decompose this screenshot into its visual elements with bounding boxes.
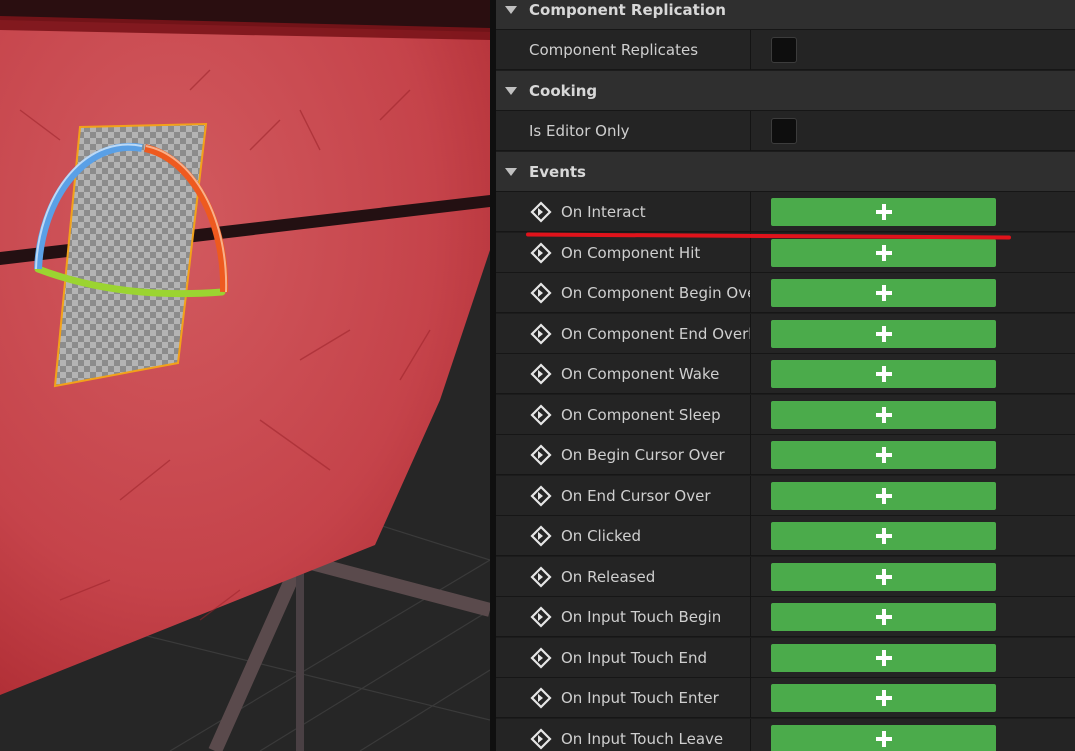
event-label: On Input Touch Leave bbox=[561, 730, 724, 748]
triangle-down-icon bbox=[505, 167, 517, 176]
add-event-button[interactable] bbox=[771, 441, 996, 469]
category-events[interactable]: Events bbox=[496, 152, 1075, 192]
event-label: On Input Touch Enter bbox=[561, 689, 719, 707]
event-label: On Interact bbox=[561, 203, 646, 221]
event-label: On Released bbox=[561, 568, 656, 586]
event-label: On Component Begin Overl bbox=[561, 284, 751, 302]
plus-icon bbox=[875, 447, 892, 463]
event-row: On End Cursor Over bbox=[496, 476, 1075, 516]
category-label: Cooking bbox=[529, 81, 598, 100]
add-event-button[interactable] bbox=[771, 198, 996, 226]
property-row-component-replicates: Component Replicates bbox=[496, 30, 1075, 70]
viewport-scene[interactable] bbox=[0, 0, 490, 751]
category-cooking[interactable]: Cooking bbox=[496, 71, 1075, 111]
event-label: On Begin Cursor Over bbox=[561, 446, 725, 464]
event-label: On End Cursor Over bbox=[561, 487, 711, 505]
event-diamond-icon bbox=[530, 687, 552, 709]
event-row: On Component Wake bbox=[496, 354, 1075, 394]
event-diamond-icon bbox=[530, 242, 552, 264]
event-label: On Component Sleep bbox=[561, 406, 721, 424]
add-event-button[interactable] bbox=[771, 482, 996, 510]
event-diamond-icon bbox=[530, 606, 552, 628]
add-event-button[interactable] bbox=[771, 563, 996, 591]
event-row: On Input Touch End bbox=[496, 638, 1075, 678]
plus-icon bbox=[875, 569, 892, 585]
event-diamond-icon bbox=[530, 485, 552, 507]
property-label: Component Replicates bbox=[529, 41, 699, 59]
event-row: On Input Touch Enter bbox=[496, 678, 1075, 718]
property-label: Is Editor Only bbox=[529, 122, 630, 140]
event-row: On Begin Cursor Over bbox=[496, 435, 1075, 475]
event-row: On Input Touch Leave bbox=[496, 719, 1075, 751]
event-label: On Clicked bbox=[561, 527, 642, 545]
is-editor-only-checkbox[interactable] bbox=[771, 118, 797, 144]
event-diamond-icon bbox=[530, 647, 552, 669]
plus-icon bbox=[875, 366, 892, 382]
plus-icon bbox=[875, 488, 892, 504]
event-row: On Component End Overlap bbox=[496, 314, 1075, 354]
add-event-button[interactable] bbox=[771, 603, 996, 631]
event-diamond-icon bbox=[530, 323, 552, 345]
event-diamond-icon bbox=[530, 363, 552, 385]
add-event-button[interactable] bbox=[771, 360, 996, 388]
event-label: On Component Wake bbox=[561, 365, 720, 383]
event-row: On Component Begin Overl bbox=[496, 273, 1075, 313]
add-event-button[interactable] bbox=[771, 644, 996, 672]
plus-icon bbox=[875, 690, 892, 706]
add-event-button[interactable] bbox=[771, 320, 996, 348]
event-diamond-icon bbox=[530, 282, 552, 304]
event-row: On Released bbox=[496, 557, 1075, 597]
event-diamond-icon bbox=[530, 525, 552, 547]
add-event-button[interactable] bbox=[771, 279, 996, 307]
plus-icon bbox=[875, 407, 892, 423]
add-event-button[interactable] bbox=[771, 684, 996, 712]
plus-icon bbox=[875, 528, 892, 544]
property-row-is-editor-only: Is Editor Only bbox=[496, 111, 1075, 151]
triangle-down-icon bbox=[505, 86, 517, 95]
event-diamond-icon bbox=[530, 404, 552, 426]
event-label: On Component End Overlap bbox=[561, 325, 751, 343]
add-event-button[interactable] bbox=[771, 401, 996, 429]
category-component-replication[interactable]: Component Replication bbox=[496, 0, 1075, 30]
event-label: On Input Touch Begin bbox=[561, 608, 722, 626]
event-row: On Input Touch Begin bbox=[496, 597, 1075, 637]
triangle-down-icon bbox=[505, 5, 517, 14]
add-event-button[interactable] bbox=[771, 239, 996, 267]
event-diamond-icon bbox=[530, 201, 552, 223]
plus-icon bbox=[875, 731, 892, 747]
event-label: On Component Hit bbox=[561, 244, 701, 262]
event-diamond-icon bbox=[530, 444, 552, 466]
plus-icon bbox=[875, 245, 892, 261]
event-diamond-icon bbox=[530, 566, 552, 588]
plus-icon bbox=[875, 204, 892, 220]
plus-icon bbox=[875, 285, 892, 301]
event-label: On Input Touch End bbox=[561, 649, 708, 667]
add-event-button[interactable] bbox=[771, 522, 996, 550]
event-row: On Component Sleep bbox=[496, 395, 1075, 435]
plus-icon bbox=[875, 609, 892, 625]
details-panel: Component Replication Component Replicat… bbox=[496, 0, 1075, 751]
event-row: On Interact bbox=[496, 192, 1075, 232]
event-diamond-icon bbox=[530, 728, 552, 750]
category-label: Component Replication bbox=[529, 0, 726, 19]
component-replicates-checkbox[interactable] bbox=[771, 37, 797, 63]
plus-icon bbox=[875, 326, 892, 342]
plus-icon bbox=[875, 650, 892, 666]
add-event-button[interactable] bbox=[771, 725, 996, 751]
event-row: On Clicked bbox=[496, 516, 1075, 556]
level-viewport[interactable] bbox=[0, 0, 490, 751]
category-label: Events bbox=[529, 162, 586, 181]
